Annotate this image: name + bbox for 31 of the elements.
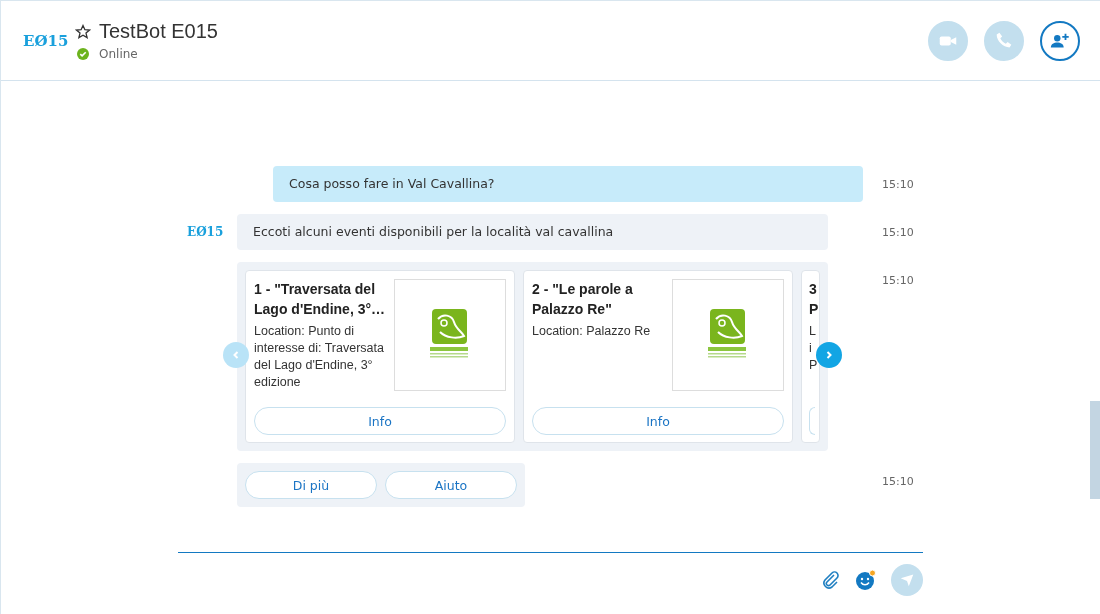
user-message: Cosa posso fare in Val Cavallina? — [273, 166, 863, 202]
card-description: Location: Punto di interesse di: Traversata del Lago d'Endine, 3° edizione — [254, 323, 385, 391]
status-text: Online — [99, 47, 138, 61]
info-button[interactable] — [809, 407, 815, 435]
send-button[interactable] — [891, 564, 923, 596]
card-description: L i P — [809, 323, 819, 374]
suggestion-button[interactable]: Aiuto — [385, 471, 517, 499]
bot-avatar: EØ15 — [187, 225, 224, 239]
info-button[interactable]: Info — [532, 407, 784, 435]
add-contact-button[interactable] — [1040, 20, 1080, 61]
emoji-icon[interactable] — [855, 569, 877, 591]
next-button[interactable] — [816, 342, 842, 368]
message-time: 15:10 — [882, 177, 915, 191]
scrollbar-thumb[interactable] — [1090, 401, 1100, 499]
contact-name: TestBot E015 — [99, 20, 218, 43]
suggestion-button[interactable]: Di più — [245, 471, 377, 499]
previous-button[interactable] — [223, 342, 249, 368]
info-button[interactable]: Info — [254, 407, 506, 435]
bot-message: Eccoti alcuni eventi disponibili per la località val cavallina — [237, 214, 828, 250]
bot-logo: EØ15 — [23, 31, 70, 50]
chevron-left-icon — [231, 350, 241, 360]
message-time: 15:10 — [882, 225, 915, 239]
card-title: 3 P — [809, 280, 819, 319]
message-time: 15:10 — [882, 273, 915, 287]
message-time: 15:10 — [882, 474, 915, 488]
chevron-right-icon — [824, 350, 834, 360]
star-icon[interactable] — [75, 23, 91, 40]
card-description: Location: Palazzo Re — [532, 323, 652, 340]
card-title: 2 - "Le parole a Palazzo Re" — [532, 280, 634, 319]
attach-icon[interactable] — [821, 570, 841, 590]
card-title: 1 - "Traversata del Lago d'Endine, 3°… — [254, 280, 386, 319]
